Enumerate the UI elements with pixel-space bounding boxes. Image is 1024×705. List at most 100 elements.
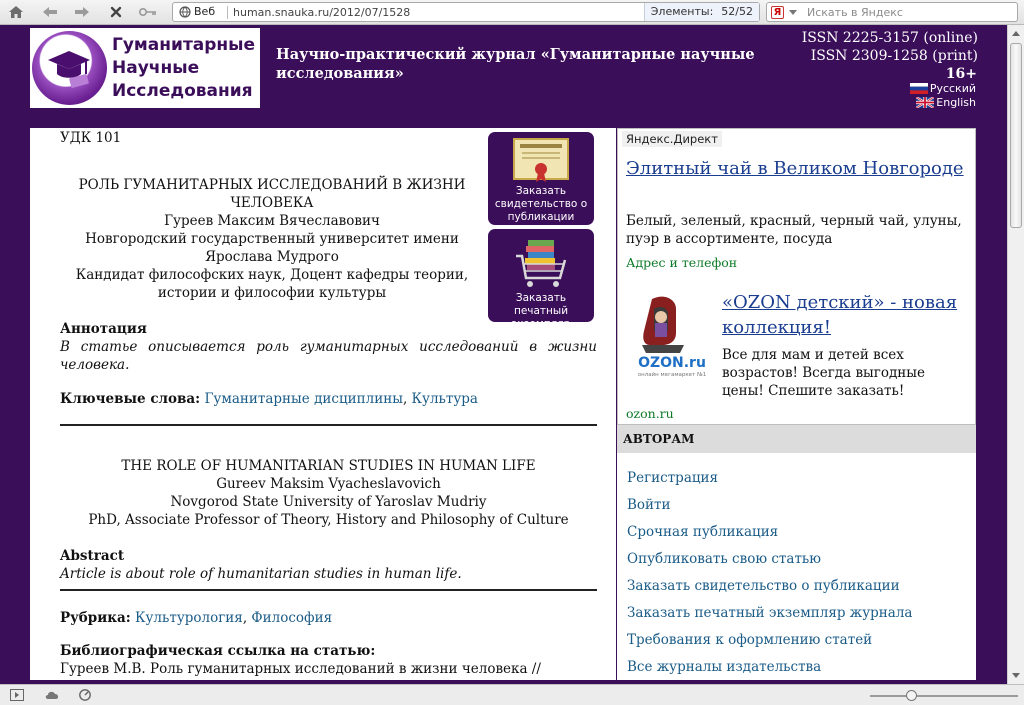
- uk-flag-icon: [916, 97, 935, 108]
- address-bar[interactable]: Веб human.snauka.ru/2012/07/1528 Элемент…: [172, 2, 760, 22]
- keyword-link[interactable]: Гуманитарные дисциплины: [204, 391, 402, 407]
- ad1-contacts-link[interactable]: Адрес и телефон: [626, 255, 737, 270]
- divider: [60, 589, 597, 591]
- language-english[interactable]: English: [916, 96, 976, 109]
- authors-link-all-journals[interactable]: Все журналы издательства: [627, 654, 912, 681]
- logo-text: Гуманитарные Научные Исследования: [112, 34, 255, 103]
- elements-value: 52/52: [721, 5, 753, 18]
- age-rating: 16+: [945, 66, 977, 82]
- yandex-direct-tag[interactable]: Яндекс.Директ: [622, 131, 722, 147]
- authors-link-certificate[interactable]: Заказать свидетельство о публикации: [627, 573, 912, 600]
- scroll-up-icon[interactable]: [1012, 31, 1020, 36]
- authors-link-login[interactable]: Войти: [627, 492, 912, 519]
- issn-print: ISSN 2309-1258 (print): [810, 48, 978, 64]
- elements-label: Элементы:: [650, 5, 714, 18]
- issn-block: ISSN 2225-3157 (online) ISSN 2309-1258 (…: [802, 29, 978, 65]
- order-certificate-button[interactable]: Заказать свидетельство о публикации: [488, 132, 594, 225]
- status-bar: [0, 684, 1024, 705]
- annotation: Аннотация В статье описывается роль гума…: [60, 320, 597, 374]
- position-ru: Кандидат философских наук, Доцент кафедр…: [75, 267, 469, 301]
- books-cart-icon: [516, 240, 567, 287]
- address-separator: [227, 6, 228, 19]
- zoom-slider-knob[interactable]: [906, 690, 917, 701]
- logo-line: Гуманитарные: [112, 35, 256, 55]
- vertical-scrollbar[interactable]: [1007, 25, 1024, 684]
- citation-text: Гуреев М.В. Роль гуманитарных исследован…: [60, 661, 541, 677]
- web-label: Веб: [194, 5, 216, 18]
- language-english-label: English: [936, 96, 976, 109]
- speed-icon[interactable]: [78, 689, 92, 701]
- yandex-direct-block: Яндекс.Директ Элитный чай в Великом Новг…: [617, 128, 976, 425]
- divider: [60, 424, 597, 426]
- udk-code: УДК 101: [60, 130, 122, 146]
- citation-label: Библиографическая ссылка на статью:: [60, 643, 376, 659]
- authors-menu: АВТОРАМ Регистрация Войти Срочная публик…: [617, 425, 976, 680]
- author-ru: Гуреев Максим Вячеславович: [164, 213, 380, 229]
- article-title-ru: РОЛЬ ГУМАНИТАРНЫХ ИССЛЕДОВАНИЙ В ЖИЗНИ Ч…: [78, 177, 466, 211]
- authors-link-print[interactable]: Заказать печатный экземпляр журнала: [627, 600, 912, 627]
- authors-link-publish[interactable]: Опубликовать свою статью: [627, 546, 912, 573]
- russia-flag-icon: [909, 83, 928, 94]
- search-placeholder[interactable]: Искать в Яндекс: [807, 6, 903, 19]
- language-russian-label: Русский: [929, 82, 976, 95]
- panel-icon[interactable]: [10, 689, 24, 701]
- position-en: PhD, Associate Professor of Theory, Hist…: [88, 512, 569, 528]
- rubric-link[interactable]: Философия: [251, 610, 332, 626]
- ozon-logo: OZON.ru: [638, 355, 706, 371]
- ad2-title[interactable]: «OZON детский» - новая коллекция!: [722, 290, 972, 340]
- home-icon[interactable]: [6, 3, 26, 21]
- journal-title: Научно-практический журнал «Гуманитарные…: [276, 46, 755, 82]
- ad2-text: Все для мам и детей всех возрастов! Всег…: [722, 347, 926, 399]
- keywords: Ключевые слова: Гуманитарные дисциплины,…: [60, 391, 478, 407]
- cloud-icon[interactable]: [44, 689, 60, 701]
- ozon-ad-image[interactable]: OZON.ru онлайн мегамаркет №1: [630, 295, 714, 385]
- article-panel: УДК 101 Заказать свидетельство о публика…: [30, 128, 616, 680]
- search-box[interactable]: Я Искать в Яндекс: [766, 2, 1018, 22]
- graduation-cap-icon: [32, 31, 107, 105]
- ad1-title[interactable]: Элитный чай в Великом Новгороде: [626, 156, 971, 181]
- rubric-link[interactable]: Культурология: [135, 610, 243, 626]
- authors-links: Регистрация Войти Срочная публикация Опу…: [627, 465, 912, 681]
- yandex-icon[interactable]: Я: [771, 6, 784, 19]
- abstract-text: Article is about role of humanitarian st…: [60, 566, 462, 582]
- authors-link-registration[interactable]: Регистрация: [627, 465, 912, 492]
- citation-heading: Библиографическая ссылка на статью:: [60, 642, 597, 660]
- forward-icon[interactable]: [72, 3, 92, 21]
- zoom-slider[interactable]: [870, 690, 1018, 701]
- language-russian[interactable]: Русский: [909, 82, 976, 95]
- ad2-domain-link[interactable]: ozon.ru: [626, 406, 674, 421]
- url-text[interactable]: human.snauka.ru/2012/07/1528: [233, 6, 410, 19]
- key-icon[interactable]: [138, 3, 158, 21]
- keyword-link[interactable]: Культура: [412, 391, 478, 407]
- certificate-icon: [513, 138, 569, 182]
- child-seat-icon: [642, 296, 684, 353]
- authors-heading: АВТОРАМ: [617, 425, 976, 453]
- web-button[interactable]: Веб: [179, 5, 215, 18]
- article-header-ru: РОЛЬ ГУМАНИТАРНЫХ ИССЛЕДОВАНИЙ В ЖИЗНИ Ч…: [60, 176, 484, 302]
- stop-icon[interactable]: [106, 3, 126, 21]
- logo-line: Исследования: [112, 81, 253, 101]
- article-header-en: THE ROLE OF HUMANITARIAN STUDIES IN HUMA…: [60, 457, 597, 529]
- back-icon[interactable]: [40, 3, 60, 21]
- abstract: Abstract Article is about role of humani…: [60, 547, 597, 583]
- authors-link-requirements[interactable]: Требования к оформлению статей: [627, 627, 912, 654]
- author-en: Gureev Maksim Vyacheslavovich: [216, 476, 441, 492]
- order-certificate-label: Заказать свидетельство о публикации: [494, 185, 588, 223]
- authors-link-urgent[interactable]: Срочная публикация: [627, 519, 912, 546]
- scroll-thumb[interactable]: [1010, 43, 1022, 228]
- affiliation-ru: Новгородский государственный университет…: [85, 231, 459, 265]
- site-logo[interactable]: Гуманитарные Научные Исследования: [30, 28, 260, 108]
- affiliation-en: Novgorod State University of Yaroslav Mu…: [170, 494, 487, 510]
- abstract-label: Abstract: [60, 548, 125, 564]
- scroll-down-icon[interactable]: [1012, 673, 1020, 678]
- globe-icon: [179, 5, 191, 18]
- browser-toolbar: Веб human.snauka.ru/2012/07/1528 Элемент…: [0, 0, 1024, 25]
- chevron-down-icon[interactable]: [789, 10, 797, 15]
- elements-counter: Элементы: 52/52: [643, 3, 759, 21]
- article-title-en: THE ROLE OF HUMANITARIAN STUDIES IN HUMA…: [121, 458, 536, 474]
- annotation-text: В статье описывается роль гуманитарных и…: [60, 339, 597, 373]
- ozon-tagline: онлайн мегамаркет №1: [637, 372, 707, 378]
- order-print-button[interactable]: Заказать печатный экземпляр журнала: [488, 229, 594, 343]
- rubric: Рубрика: Культурология, Философия: [60, 610, 333, 626]
- keywords-label: Ключевые слова:: [60, 391, 201, 407]
